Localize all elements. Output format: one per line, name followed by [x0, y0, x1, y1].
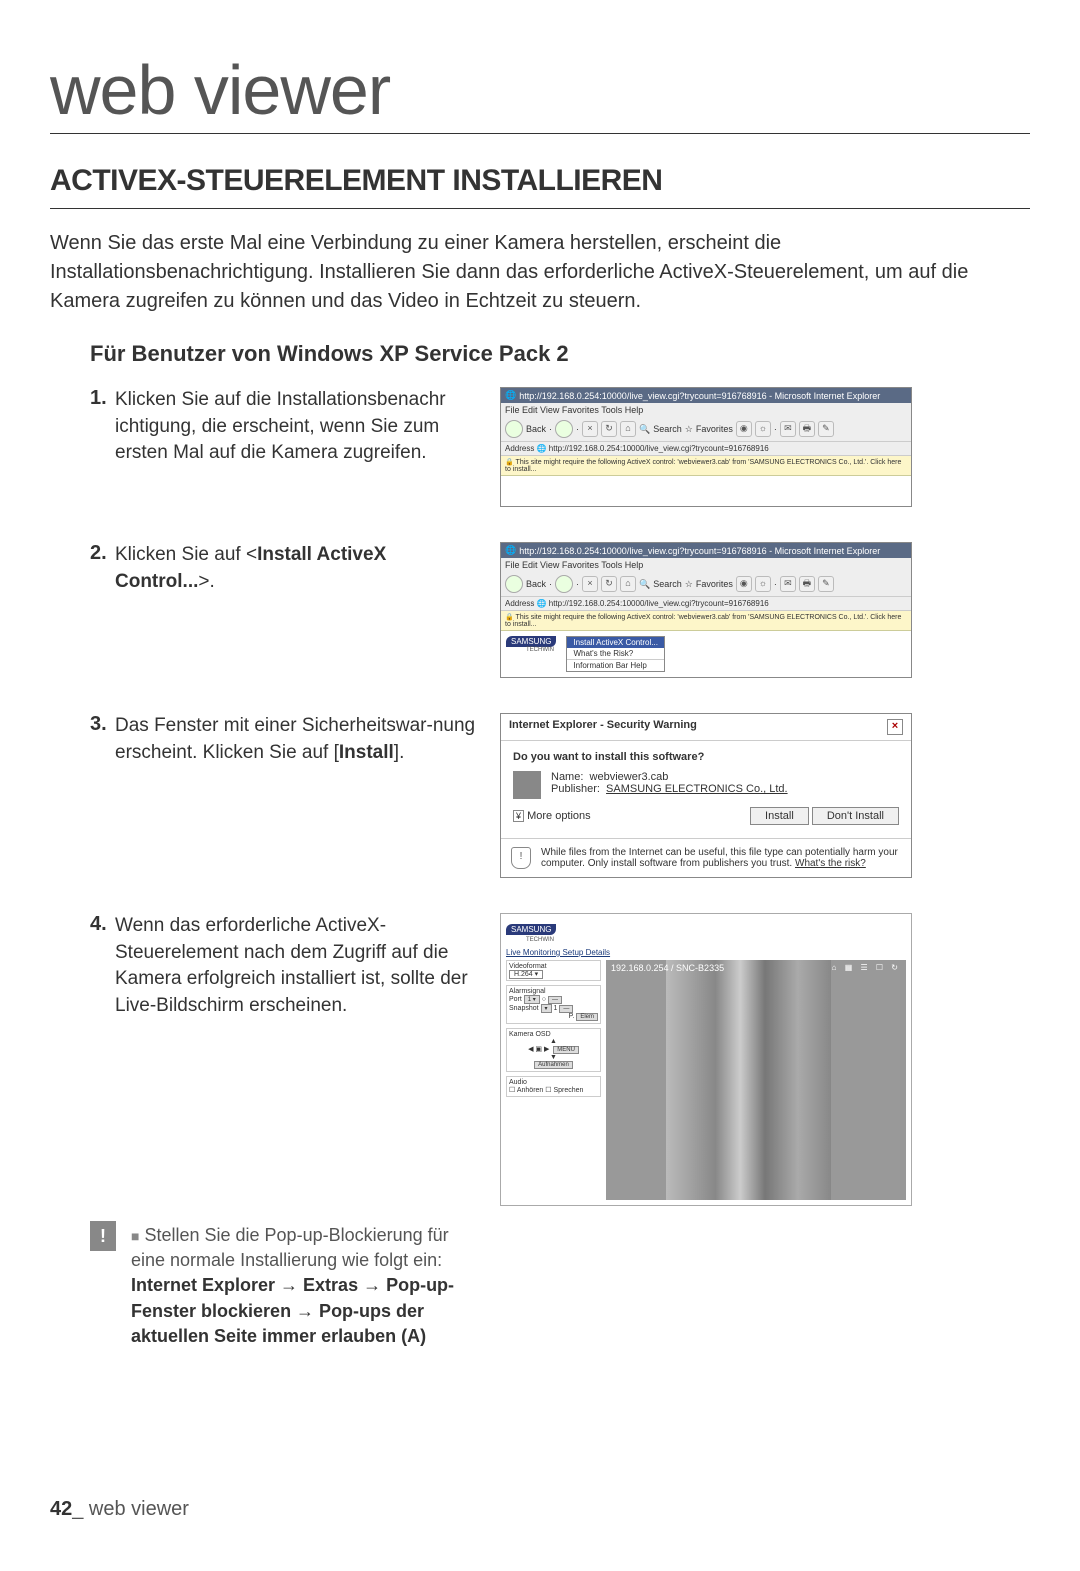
sw-question: Do you want to install this software? — [513, 751, 899, 763]
ie-info-bar-2[interactable]: 🔒 This site might require the following … — [501, 611, 911, 631]
cam-samsung-sub: TECHWIN — [506, 937, 906, 943]
mail-icon[interactable]: ✉ — [780, 421, 796, 437]
port-select[interactable]: 1 ▾ — [524, 995, 540, 1004]
close-icon[interactable]: × — [887, 719, 903, 735]
step-3-text: Das Fenster mit einer Sicherheitswar-nun… — [115, 713, 500, 766]
cam-sidebar: Videoformat H.264 ▾ Alarmsignal Port 1 ▾… — [506, 960, 601, 1200]
forward-icon[interactable] — [555, 420, 573, 438]
osd-label: Kamera OSD — [509, 1031, 598, 1038]
sw-title-text: Internet Explorer - Security Warning — [509, 719, 697, 735]
security-warning-dialog: Internet Explorer - Security Warning × D… — [500, 713, 912, 878]
whats-risk-link[interactable]: What's the risk? — [795, 858, 866, 869]
context-menu[interactable]: Install ActiveX Control... What's the Ri… — [566, 636, 664, 672]
ie-address-bar[interactable]: Address 🌐 http://192.168.0.254:10000/liv… — [501, 442, 911, 456]
print-icon[interactable]: 🖶 — [799, 421, 815, 437]
ctx-install-item[interactable]: Install ActiveX Control... — [567, 637, 663, 648]
ie-info-bar[interactable]: 🔒 This site might require the following … — [501, 456, 911, 476]
camera-live-view: SAMSUNG TECHWIN Live Monitoring Setup De… — [500, 913, 912, 1206]
address-value: http://192.168.0.254:10000/live_view.cgi… — [549, 444, 769, 453]
section-title: ACTIVEX-STEUERELEMENT INSTALLIEREN — [50, 164, 1030, 209]
sw-footer-text: While files from the Internet can be use… — [541, 847, 901, 869]
ctx-risk-item[interactable]: What's the Risk? — [567, 648, 663, 659]
step-2-text: Klicken Sie auf <Install ActiveX Control… — [115, 542, 500, 595]
cam-video-area: 192.168.0.254 / SNC-B2335 ⌂ ▦ ☰ ☐ ↻ — [606, 960, 906, 1200]
audio-label: Audio — [509, 1079, 598, 1086]
address-label: Address — [505, 444, 534, 453]
stop-icon[interactable]: × — [582, 421, 598, 437]
ie-toolbar[interactable]: Back · · × ↻ ⌂ 🔍Search ☆Favorites ◉ ☼ · … — [501, 417, 911, 442]
cam-tabs[interactable]: Live Monitoring Setup Details — [501, 948, 911, 960]
videofmt-select[interactable]: H.264 ▾ — [509, 970, 543, 979]
ie-title-text-2: http://192.168.0.254:10000/live_view.cgi… — [519, 546, 880, 556]
ie-titlebar: 🌐http://192.168.0.254:10000/live_view.cg… — [501, 388, 911, 403]
edit-icon[interactable]: ✎ — [818, 421, 834, 437]
cam-view-icons[interactable]: ⌂ ▦ ☰ ☐ ↻ — [832, 963, 901, 972]
fav-label: Favorites — [696, 424, 733, 434]
ie-title-text: http://192.168.0.254:10000/live_view.cgi… — [519, 391, 880, 401]
search-label: Search — [653, 424, 682, 434]
ctx-help-item[interactable]: Information Bar Help — [567, 659, 663, 671]
listen-checkbox[interactable]: Anhören — [517, 1087, 543, 1094]
sw-name-value: webviewer3.cab — [590, 771, 669, 783]
alarm-label: Alarmsignal — [509, 988, 598, 995]
samsung-logo: SAMSUNG — [506, 636, 556, 647]
alarm-btn[interactable]: — — [548, 996, 562, 1004]
back-icon[interactable] — [505, 420, 523, 438]
cam-caption: 192.168.0.254 / SNC-B2335 — [611, 963, 724, 973]
software-icon — [513, 771, 541, 799]
elem-btn[interactable]: Elem — [576, 1013, 598, 1021]
media-icon[interactable]: ◉ — [736, 421, 752, 437]
page-title: web viewer — [50, 50, 1030, 134]
ie-window-1: 🌐http://192.168.0.254:10000/live_view.cg… — [500, 387, 912, 507]
install-button[interactable]: Install — [750, 807, 809, 825]
step-4-text: Wenn das erforderliche ActiveX-Steuerele… — [115, 913, 500, 1019]
refresh-icon[interactable]: ↻ — [601, 421, 617, 437]
page-footer: 42_ web viewer — [50, 1498, 189, 1521]
snap-select[interactable]: ▾ — [541, 1004, 552, 1013]
ie-window-2: 🌐http://192.168.0.254:10000/live_view.cg… — [500, 542, 912, 678]
ie-menubar-2[interactable]: File Edit View Favorites Tools Help — [501, 558, 911, 572]
menu-button[interactable]: MENU — [553, 1046, 579, 1054]
videofmt-label: Videoformat — [509, 963, 598, 970]
search-icon[interactable]: 🔍 — [639, 424, 650, 435]
home-icon[interactable]: ⌂ — [620, 421, 636, 437]
step-2-number: 2. — [90, 542, 115, 565]
speak-checkbox[interactable]: Sprechen — [553, 1087, 583, 1094]
setup-button[interactable]: Aufnahmen — [534, 1061, 573, 1069]
shield-icon: ! — [511, 847, 531, 869]
favorites-icon[interactable]: ☆ — [685, 424, 693, 435]
step-1-number: 1. — [90, 387, 115, 410]
ie-menubar[interactable]: File Edit View Favorites Tools Help — [501, 403, 911, 417]
infobar-text: This site might require the following Ac… — [505, 459, 901, 473]
more-options-toggle[interactable]: ¥ More options — [513, 810, 591, 822]
ie-toolbar-2[interactable]: Back · · ×↻⌂ 🔍Search ☆Favorites ◉☼ · ✉🖶✎ — [501, 572, 911, 597]
step-3-number: 3. — [90, 713, 115, 736]
history-icon[interactable]: ☼ — [755, 421, 771, 437]
step-4-number: 4. — [90, 913, 115, 936]
sw-pub-value[interactable]: SAMSUNG ELECTRONICS Co., Ltd. — [606, 783, 788, 795]
intro-text: Wenn Sie das erste Mal eine Verbindung z… — [50, 229, 1030, 316]
snap-btn[interactable]: — — [559, 1005, 573, 1013]
dont-install-button[interactable]: Don't Install — [812, 807, 899, 825]
sw-name-label: Name: — [551, 771, 583, 783]
note-icon: ! — [90, 1221, 116, 1251]
sw-pub-label: Publisher: — [551, 783, 600, 795]
step-1-text: Klicken Sie auf die Installationsbenachr… — [115, 387, 500, 467]
back-label: Back — [526, 424, 546, 434]
cam-samsung-logo: SAMSUNG — [506, 924, 556, 935]
samsung-sub: TECHWIN — [506, 647, 556, 653]
sub-title: Für Benutzer von Windows XP Service Pack… — [90, 341, 1030, 367]
note-text: ■Stellen Sie die Pop-up-Blockierung für … — [131, 1221, 481, 1349]
